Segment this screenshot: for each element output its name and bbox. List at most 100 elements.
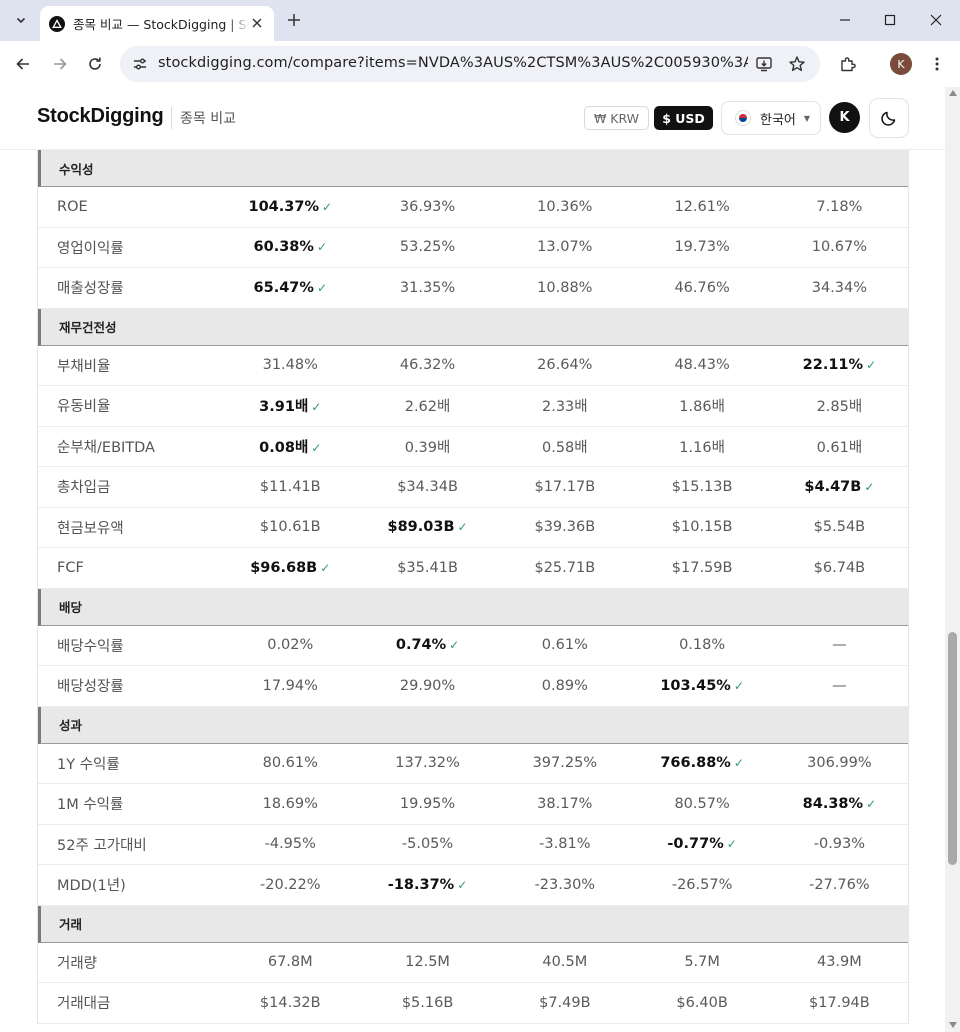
value-cell: 26.64%: [496, 357, 633, 373]
metric-label: MDD(1년): [57, 878, 126, 895]
language-label: 한국어: [760, 112, 796, 128]
table-row: 순부채/EBITDA 0.08배 ✓ 0.39배 0.58배 1.16배 0.61배: [38, 427, 908, 467]
bookmark-star-icon[interactable]: [785, 52, 809, 76]
value-cell: 10.88%: [496, 280, 633, 296]
cell-value: 48.43%: [674, 357, 730, 374]
value-cell: 19.73%: [633, 239, 770, 255]
table-row: 부채비율 31.48% 46.32% 26.64% 48.43% 22.11% ✓: [38, 346, 908, 386]
best-check-icon: ✓: [320, 560, 331, 575]
value-cell: 2.85배: [771, 395, 908, 416]
value-cell: 10.36%: [496, 199, 633, 215]
close-icon: [930, 14, 942, 26]
cell-value: 0.02%: [267, 637, 314, 654]
table-row: 거래대금 $14.32B $5.16B $7.49B $6.40B $17.94B: [38, 983, 908, 1024]
value-cell: -26.57%: [633, 877, 770, 893]
new-tab-button[interactable]: [282, 8, 306, 32]
address-bar[interactable]: stockdigging.com/compare?items=NVDA%3AUS…: [120, 46, 820, 82]
section-header: 재무건전성: [38, 308, 908, 346]
metric-label: 매출성장률: [57, 281, 124, 298]
table-row: 거래량 67.8M 12.5M 40.5M 5.7M 43.9M: [38, 943, 908, 983]
best-value-cell: 65.47% ✓: [222, 280, 359, 296]
value-cell: $6.40B: [633, 995, 770, 1011]
best-check-icon: ✓: [316, 240, 327, 255]
cell-value: -3.81%: [539, 836, 591, 853]
cell-value: $34.34B: [397, 478, 458, 495]
browser-menu-button[interactable]: [922, 49, 952, 79]
minimize-button[interactable]: [822, 0, 868, 40]
value-cell: -5.05%: [359, 836, 496, 852]
value-cell: 0.39배: [359, 436, 496, 457]
cell-value: $7.49B: [539, 994, 591, 1011]
best-check-icon: ✓: [311, 440, 322, 455]
forward-button[interactable]: [45, 49, 75, 79]
cell-value: -0.77%: [667, 836, 724, 853]
table-row: 1M 수익률 18.69% 19.95% 38.17% 80.57% 84.38% ✓: [38, 784, 908, 825]
cell-value: 29.90%: [399, 677, 456, 694]
maximize-button[interactable]: [867, 0, 913, 40]
cell-value: 60.38%: [253, 239, 314, 256]
korea-flag-icon: [735, 110, 751, 126]
site-info-icon[interactable]: [128, 52, 152, 76]
page-title: 종목 비교: [180, 111, 236, 127]
cell-value: 1.86배: [679, 399, 725, 416]
back-button[interactable]: [8, 49, 38, 79]
cell-value: -26.57%: [671, 876, 733, 893]
scrollbar-thumb[interactable]: [948, 632, 957, 865]
close-window-button[interactable]: [913, 0, 959, 40]
best-value-cell: $96.68B ✓: [222, 560, 359, 576]
cell-value: 12.5M: [405, 954, 450, 971]
value-cell: $17.59B: [633, 560, 770, 576]
arrow-right-icon: [54, 58, 67, 70]
value-cell: 1.16배: [633, 436, 770, 457]
value-cell: —: [771, 637, 908, 653]
site-logo[interactable]: StockDigging: [37, 105, 164, 128]
tab-close-icon[interactable]: [248, 14, 266, 32]
user-avatar[interactable]: K: [829, 102, 860, 133]
language-selector[interactable]: 한국어 ▼: [721, 101, 821, 135]
cell-value: $10.61B: [259, 519, 321, 536]
install-app-icon[interactable]: [752, 52, 776, 76]
currency-usd-button[interactable]: $ USD: [654, 106, 713, 130]
value-cell: 10.67%: [771, 239, 908, 255]
caret-down-icon: ▼: [803, 113, 811, 123]
reload-button[interactable]: [80, 49, 110, 79]
value-cell: $35.41B: [359, 560, 496, 576]
tab-search-button[interactable]: [8, 7, 34, 33]
cell-value: 0.61%: [541, 637, 588, 654]
cell-value: $10.15B: [671, 519, 733, 536]
scroll-down-arrow-icon[interactable]: [948, 1022, 957, 1028]
cell-value: —: [832, 677, 847, 694]
page-scrollbar[interactable]: [945, 87, 960, 1032]
cell-value: $17.17B: [534, 478, 596, 495]
table-row: 유동비율 3.91배 ✓ 2.62배 2.33배 1.86배 2.85배: [38, 386, 908, 427]
cell-value: $6.40B: [676, 994, 728, 1011]
cell-value: 397.25%: [532, 755, 598, 772]
scroll-up-arrow-icon[interactable]: [948, 90, 957, 96]
cell-value: 0.18%: [679, 637, 726, 654]
table-row: FCF $96.68B ✓ $35.41B $25.71B $17.59B $6.74B: [38, 548, 908, 589]
best-check-icon: ✓: [864, 479, 875, 494]
theme-toggle-button[interactable]: [869, 98, 909, 138]
cell-value: 2.62배: [404, 399, 451, 416]
section-header: 수익성: [38, 150, 908, 187]
extensions-button[interactable]: [833, 49, 863, 79]
best-check-icon: ✓: [866, 358, 877, 373]
value-cell: 53.25%: [359, 239, 496, 255]
best-check-icon: ✓: [457, 520, 468, 535]
cell-value: 0.58배: [542, 439, 588, 456]
metric-label: 현금보유액: [57, 520, 124, 537]
cell-value: 1.16배: [679, 439, 725, 456]
browser-tab-active[interactable]: 종목 비교 — StockDigging | St: [40, 6, 274, 41]
value-cell: 34.34%: [771, 280, 908, 296]
value-cell: -3.81%: [496, 836, 633, 852]
value-cell: $39.36B: [496, 519, 633, 535]
more-vertical-icon: [935, 57, 939, 71]
value-cell: 0.61%: [496, 637, 633, 653]
page-viewport: StockDigging 종목 비교 ₩ KRW $ USD 한국어 ▼ K 수…: [0, 87, 945, 1032]
value-cell: $25.71B: [496, 560, 633, 576]
table-row: MDD(1년) -20.22% -18.37% ✓ -23.30% -26.57% -27.…: [38, 865, 908, 906]
currency-krw-button[interactable]: ₩ KRW: [584, 106, 649, 130]
metric-label: 1M 수익률: [57, 797, 124, 814]
cell-value: 34.34%: [811, 279, 868, 296]
browser-profile-avatar[interactable]: K: [890, 53, 912, 75]
